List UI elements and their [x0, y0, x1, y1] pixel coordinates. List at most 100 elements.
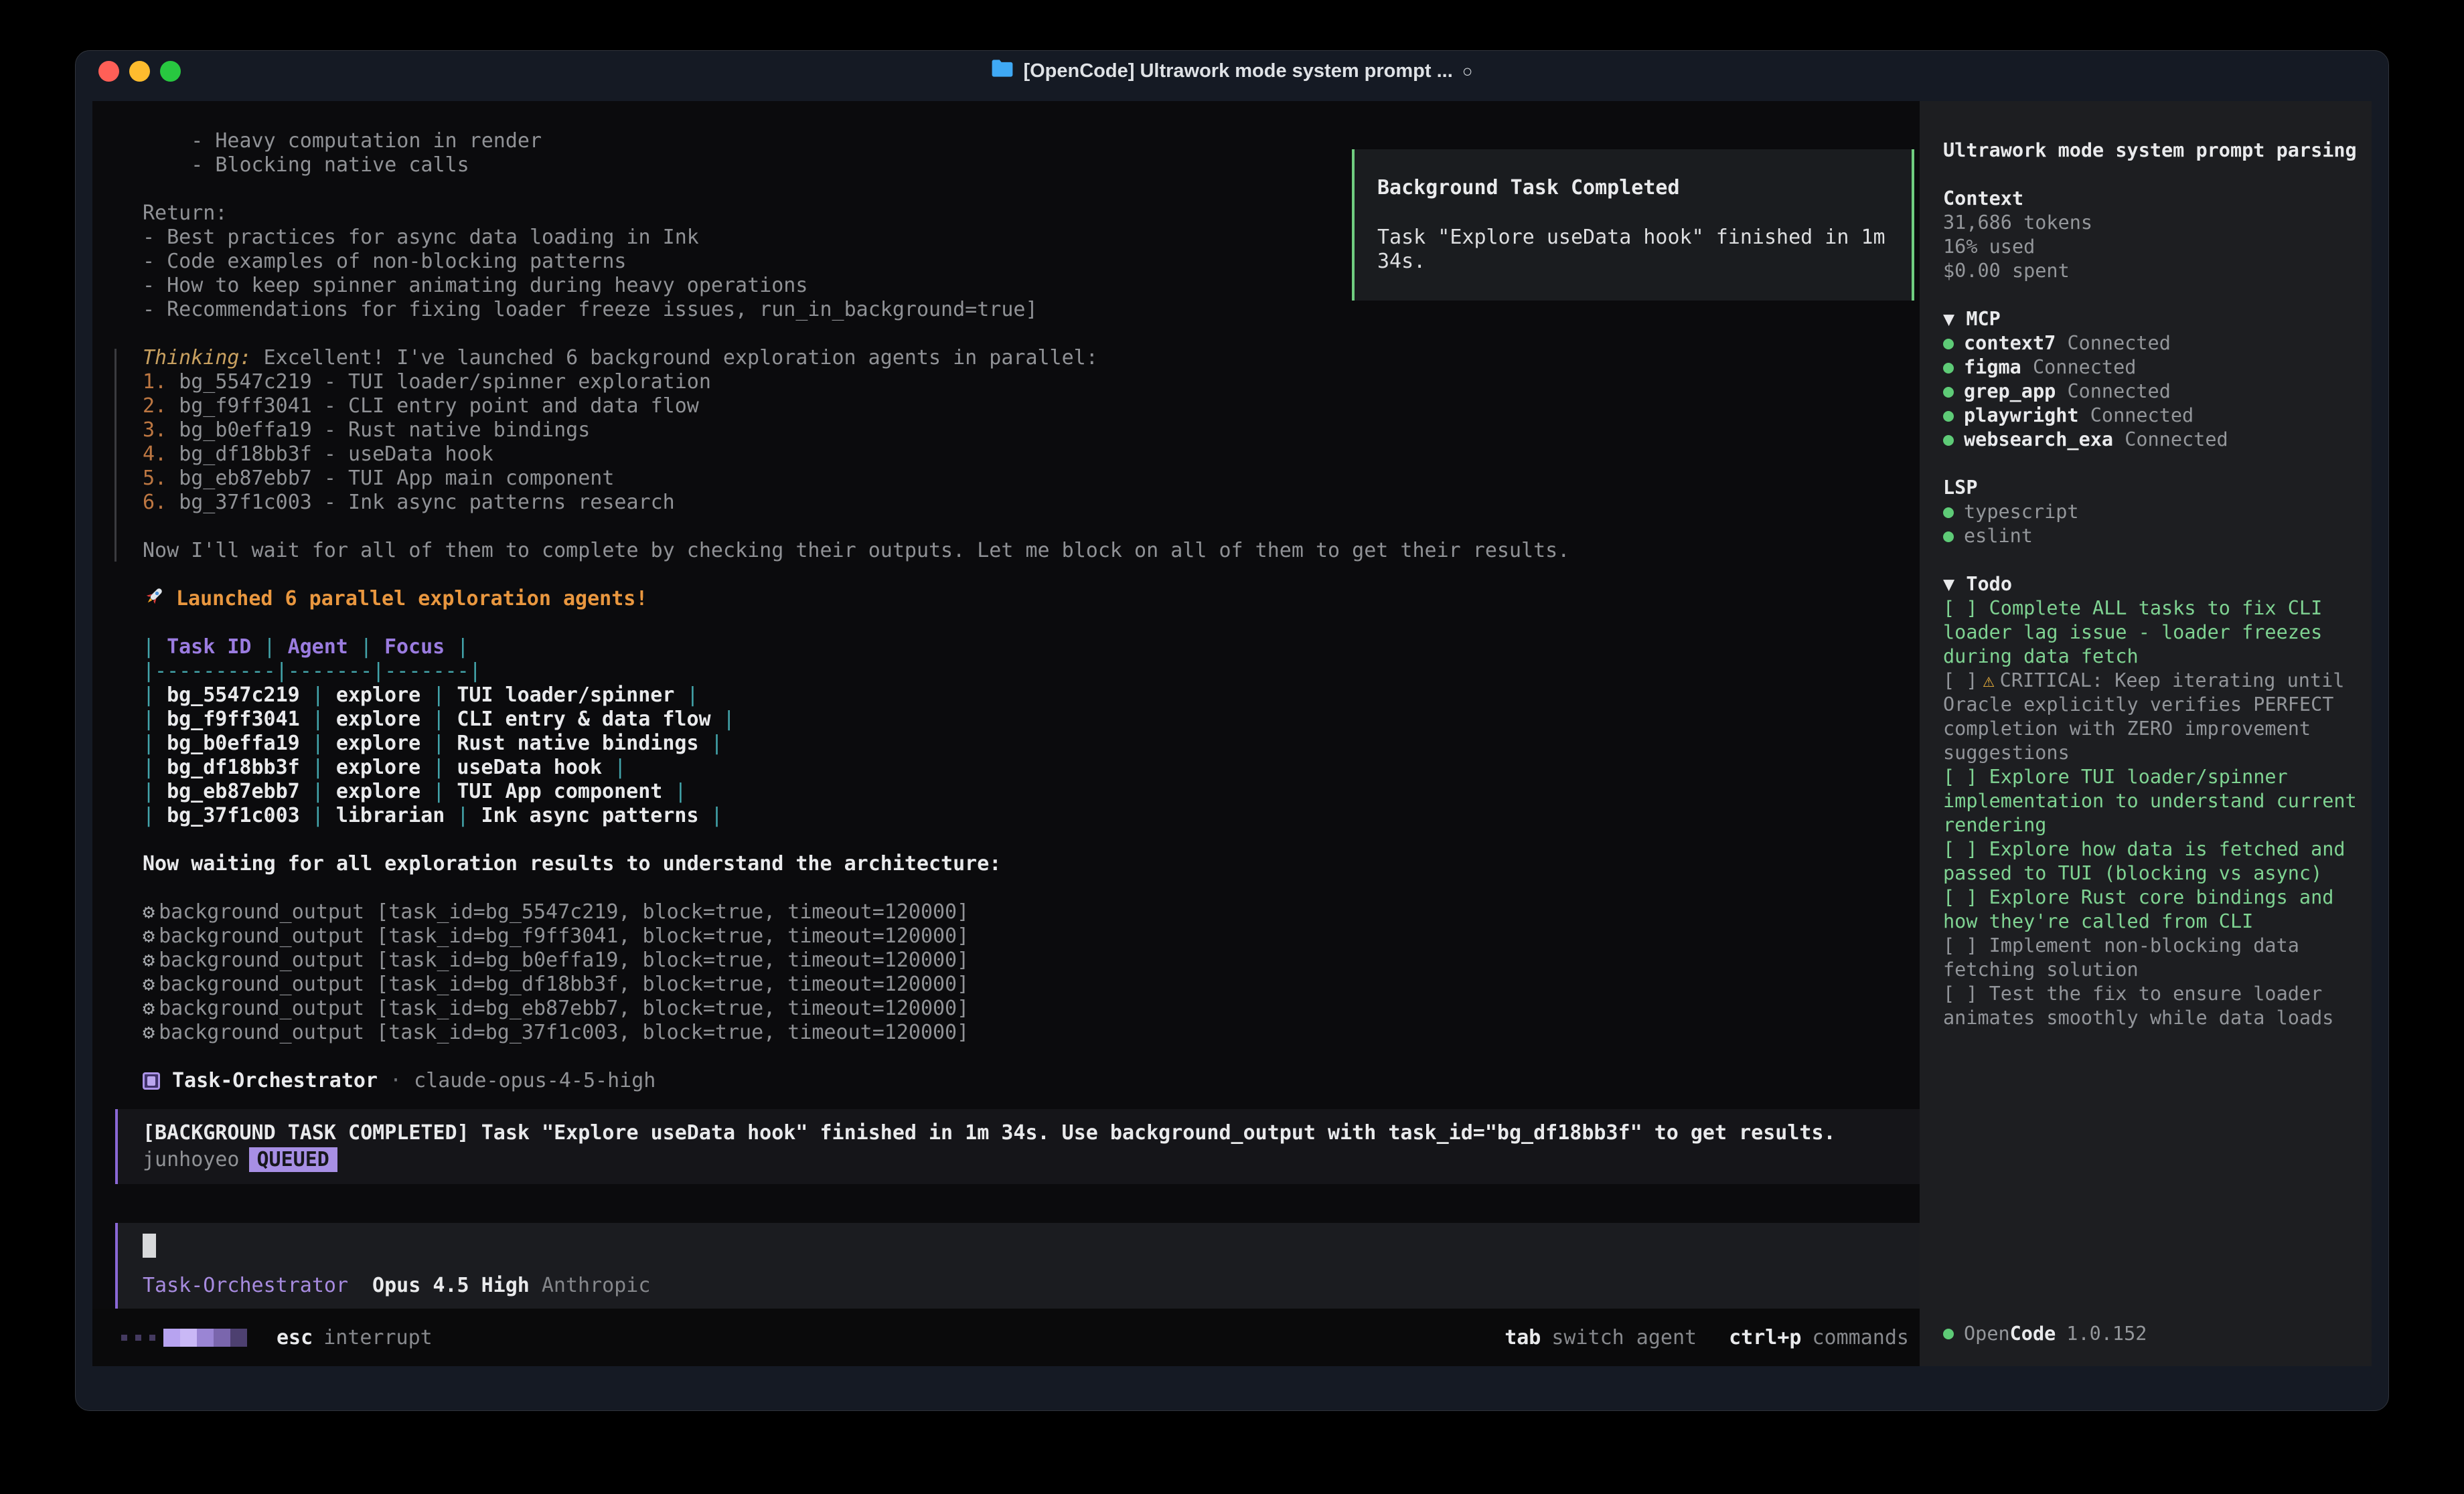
prompt-input[interactable]: Task-Orchestrator Opus 4.5 High Anthropi…: [115, 1223, 1920, 1309]
window-controls: [98, 51, 181, 91]
thinking-wait-text: Now I'll wait for all of them to complet…: [143, 539, 1920, 563]
status-dot: [1943, 363, 1954, 374]
thinking-item: 4. bg_df18bb3f - useData hook: [143, 442, 1920, 467]
tool-call-line: ⚙background_output [task_id=bg_5547c219,…: [143, 900, 1920, 924]
lsp-item: eslint: [1943, 524, 2368, 548]
status-dot: [1943, 387, 1954, 398]
text-cursor: [143, 1234, 156, 1258]
thinking-block: Thinking: Excellent! I've launched 6 back…: [143, 346, 1920, 563]
username: junhoyeo: [143, 1148, 240, 1171]
launch-text: Launched 6 parallel exploration agents!: [176, 587, 647, 611]
status-bar: esc interrupt tab switch agent ctrl+p co…: [92, 1309, 1920, 1366]
gear-icon: ⚙: [143, 997, 155, 1020]
context-spent: $0.00 spent: [1943, 259, 2368, 283]
tool-call-line: ⚙background_output [task_id=bg_eb87ebb7,…: [143, 997, 1920, 1021]
esc-key-hint: esc: [277, 1326, 313, 1349]
agent-message-header: Task-Orchestrator · claude-opus-4-5-high: [143, 1069, 1920, 1093]
input-agent-name[interactable]: Task-Orchestrator: [143, 1274, 348, 1298]
mcp-item: websearch_exa Connected: [1943, 428, 2368, 452]
session-title: Ultrawork mode system prompt parsing: [1943, 139, 2368, 163]
completed-message-meta: junhoyeo QUEUED: [143, 1147, 1906, 1173]
context-tokens: 31,686 tokens: [1943, 211, 2368, 235]
table-row: |bg_f9ff3041|explore|CLI entry & data fl…: [143, 708, 1920, 732]
input-agent-info: Task-Orchestrator Opus 4.5 High Anthropi…: [143, 1274, 1906, 1298]
close-window-button[interactable]: [98, 61, 119, 82]
toast-title: Background Task Completed: [1377, 176, 1889, 200]
session-sidebar: Ultrawork mode system prompt parsing Con…: [1920, 101, 2372, 1366]
gear-icon: ⚙: [143, 900, 155, 924]
tool-call-line: ⚙background_output [task_id=bg_37f1c003,…: [143, 1021, 1920, 1045]
todo-item: [ ] Test the fix to ensure loader animat…: [1943, 982, 2368, 1030]
lsp-item: typescript: [1943, 500, 2368, 524]
table-row: |bg_df18bb3f|explore|useData hook|: [143, 756, 1920, 780]
chevron-down-icon: ▼: [1943, 573, 1954, 595]
completed-message-text: [BACKGROUND TASK COMPLETED] Task "Explor…: [143, 1120, 1906, 1147]
gear-icon: ⚙: [143, 924, 155, 948]
context-heading: Context: [1943, 187, 2368, 211]
thinking-item: 5. bg_eb87ebb7 - TUI App main component: [143, 467, 1920, 491]
todo-item: [ ] Explore Rust core bindings and how t…: [1943, 886, 2368, 934]
tool-call-line: ⚙background_output [task_id=bg_f9ff3041,…: [143, 924, 1920, 948]
status-dot: [1943, 435, 1954, 446]
status-dot: [1943, 411, 1954, 422]
warning-icon: ⚠: [1983, 669, 1994, 691]
ctrlp-key-hint: ctrl+p: [1729, 1326, 1801, 1349]
tool-result-line: - Recommendations for fixing loader free…: [143, 298, 1920, 322]
thinking-intro: Excellent! I've launched 6 background ex…: [264, 346, 1098, 369]
input-model-name[interactable]: Opus 4.5 High: [372, 1274, 530, 1298]
gear-icon: ⚙: [143, 973, 155, 996]
context-used: 16% used: [1943, 235, 2368, 259]
zoom-window-button[interactable]: [160, 61, 181, 82]
background-task-completed-message: [BACKGROUND TASK COMPLETED] Task "Explor…: [115, 1109, 1920, 1184]
agent-avatar-icon: [143, 1072, 160, 1090]
tool-call-line: ⚙background_output [task_id=bg_df18bb3f,…: [143, 973, 1920, 997]
session-status-icon: ○: [1462, 61, 1473, 82]
table-row: |bg_eb87ebb7|explore|TUI App component|: [143, 780, 1920, 804]
launch-announcement: Launched 6 parallel exploration agents!: [143, 587, 1920, 611]
background-task-toast[interactable]: Background Task Completed Task "Explore …: [1352, 149, 1914, 301]
mcp-section-header[interactable]: ▼ MCP: [1943, 307, 2368, 331]
status-dot: [1943, 507, 1954, 518]
tab-key-label: switch agent: [1551, 1326, 1697, 1349]
title-bar: [OpenCode] Ultrawork mode system prompt …: [76, 51, 2388, 91]
toast-body: Task "Explore useData hook" finished in …: [1377, 226, 1889, 274]
app-version: OpenCode 1.0.152: [1943, 1322, 2147, 1346]
queued-badge: QUEUED: [249, 1147, 337, 1172]
todo-item: [ ]⚠CRITICAL: Keep iterating until Oracl…: [1943, 669, 2368, 765]
separator-dot: ·: [390, 1069, 402, 1093]
thinking-item: 6. bg_37f1c003 - Ink async patterns rese…: [143, 491, 1920, 515]
gear-icon: ⚙: [143, 948, 155, 972]
table-row: |bg_37f1c003|librarian|Ink async pattern…: [143, 804, 1920, 828]
todo-item: [ ] Complete ALL tasks to fix CLI loader…: [1943, 596, 2368, 669]
keyboard-shortcuts: tab switch agent ctrl+p commands: [1505, 1326, 1913, 1349]
mcp-item: figma Connected: [1943, 355, 2368, 380]
todo-item: [ ] Explore TUI loader/spinner implement…: [1943, 765, 2368, 837]
mcp-item: playwright Connected: [1943, 404, 2368, 428]
thinking-item: 1. bg_5547c219 - TUI loader/spinner expl…: [143, 370, 1920, 394]
thinking-label: Thinking:: [143, 346, 252, 369]
mcp-item: context7 Connected: [1943, 331, 2368, 355]
waiting-text: Now waiting for all exploration results …: [143, 852, 1920, 876]
chat-pane: - Heavy computation in render - Blocking…: [92, 101, 1920, 1366]
table-header-row: |Task ID|Agent|Focus|: [143, 635, 1920, 659]
table-row: |bg_5547c219|explore|TUI loader/spinner|: [143, 683, 1920, 708]
window-title-text: [OpenCode] Ultrawork mode system prompt …: [1023, 60, 1452, 82]
agent-name: Task-Orchestrator: [172, 1069, 378, 1093]
status-dot: [1943, 339, 1954, 349]
todo-section-header[interactable]: ▼ Todo: [1943, 572, 2368, 596]
todo-item: [ ] Explore how data is fetched and pass…: [1943, 837, 2368, 886]
mcp-item: grep_app Connected: [1943, 380, 2368, 404]
gear-icon: ⚙: [143, 1021, 155, 1044]
rocket-icon: [143, 585, 165, 614]
tab-key-hint: tab: [1505, 1326, 1541, 1349]
tool-call-line: ⚙background_output [task_id=bg_b0effa19,…: [143, 948, 1920, 973]
input-provider-name: Anthropic: [542, 1274, 651, 1298]
thinking-item: 3. bg_b0effa19 - Rust native bindings: [143, 418, 1920, 442]
todo-item: [ ] Implement non-blocking data fetching…: [1943, 934, 2368, 982]
esc-key-label: interrupt: [323, 1326, 433, 1349]
lsp-heading: LSP: [1943, 476, 2368, 500]
app-window: [OpenCode] Ultrawork mode system prompt …: [75, 50, 2389, 1411]
status-dot: [1943, 1329, 1954, 1339]
ctrlp-key-label: commands: [1813, 1326, 1910, 1349]
minimize-window-button[interactable]: [129, 61, 150, 82]
